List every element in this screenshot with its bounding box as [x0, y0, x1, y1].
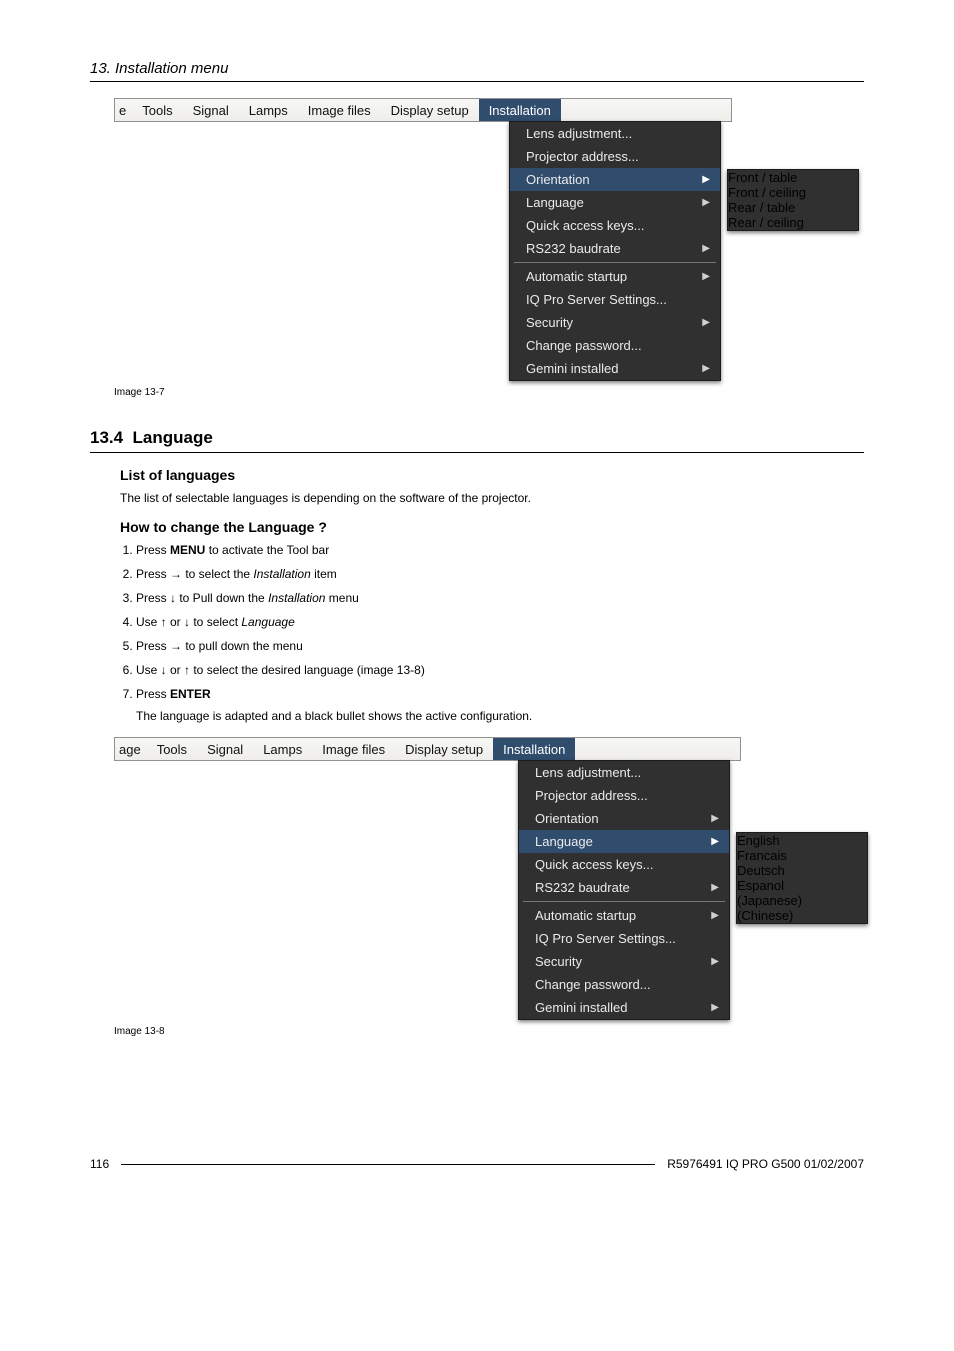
arrow-right-icon: ▶: [702, 271, 710, 282]
image-caption-1: Image 13-7: [114, 387, 864, 398]
ditem-lens[interactable]: Lens adjustment...: [510, 122, 720, 145]
installation-dropdown-2: Lens adjustment... Projector address... …: [518, 760, 730, 1020]
steps-list: Press MENU to activate the Tool bar Pres…: [120, 541, 864, 703]
ditem-language[interactable]: Language▶: [510, 191, 720, 214]
screenshot-1: e Tools Signal Lamps Image files Display…: [114, 98, 864, 398]
arrow-right-icon: ▶: [702, 174, 710, 185]
sub-francais[interactable]: Francais: [737, 848, 867, 863]
menubar-installation[interactable]: Installation: [479, 99, 561, 121]
arrow-right-icon: ▶: [702, 363, 710, 374]
ditem-iqpro[interactable]: IQ Pro Server Settings...: [519, 927, 729, 950]
ditem-iqpro[interactable]: IQ Pro Server Settings...: [510, 288, 720, 311]
list-languages-text: The list of selectable languages is depe…: [120, 489, 864, 507]
sub-english[interactable]: English: [737, 833, 867, 848]
step-6: Use ↓ or ↑ to select the desired languag…: [136, 661, 864, 679]
step-1: Press MENU to activate the Tool bar: [136, 541, 864, 559]
menu-separator: [523, 901, 725, 902]
ditem-gemini[interactable]: Gemini installed▶: [519, 996, 729, 1019]
arrow-right-icon: ▶: [711, 956, 719, 967]
sub-chinese[interactable]: (Chinese): [737, 908, 867, 923]
ditem-lens[interactable]: Lens adjustment...: [519, 761, 729, 784]
step-5: Press → to pull down the menu: [136, 637, 864, 655]
ditem-security[interactable]: Security▶: [510, 311, 720, 334]
menubar-displaysetup[interactable]: Display setup: [381, 99, 479, 121]
chapter-header: 13. Installation menu: [90, 60, 864, 77]
sub-rear-table[interactable]: Rear / table: [728, 200, 858, 215]
ditem-orientation[interactable]: Orientation▶: [510, 168, 720, 191]
result-text: The language is adapted and a black bull…: [136, 709, 864, 723]
arrow-right-icon: ▶: [702, 197, 710, 208]
ditem-orientation[interactable]: Orientation▶: [519, 807, 729, 830]
footer-rule: [121, 1164, 655, 1165]
header-rule: [90, 81, 864, 82]
page-footer: 116 R5976491 IQ PRO G500 01/02/2007: [90, 1157, 864, 1171]
menubar-installation[interactable]: Installation: [493, 738, 575, 760]
language-submenu: English Francais Deutsch Espanol (Japane…: [736, 832, 868, 924]
arrow-right-icon: ▶: [711, 882, 719, 893]
ditem-changepw[interactable]: Change password...: [519, 973, 729, 996]
menubar-partial[interactable]: e: [115, 99, 132, 121]
menubar-1: e Tools Signal Lamps Image files Display…: [114, 98, 732, 122]
menubar-lamps[interactable]: Lamps: [239, 99, 298, 121]
ditem-quickaccess[interactable]: Quick access keys...: [519, 853, 729, 876]
menubar-2: age Tools Signal Lamps Image files Displ…: [114, 737, 741, 761]
sub-japanese[interactable]: (Japanese): [737, 893, 867, 908]
image-caption-2: Image 13-8: [114, 1026, 864, 1037]
sub-rear-ceiling[interactable]: Rear / ceiling: [728, 215, 858, 230]
ditem-changepw[interactable]: Change password...: [510, 334, 720, 357]
ditem-autostart[interactable]: Automatic startup▶: [510, 265, 720, 288]
arrow-right-icon: ▶: [711, 813, 719, 824]
ditem-projaddr[interactable]: Projector address...: [510, 145, 720, 168]
sub-front-table[interactable]: Front / table: [728, 170, 858, 185]
sub-espanol[interactable]: Espanol: [737, 878, 867, 893]
menubar-signal[interactable]: Signal: [183, 99, 239, 121]
menubar-tools[interactable]: Tools: [132, 99, 182, 121]
subtitle-list: List of languages: [120, 467, 864, 483]
ditem-rs232[interactable]: RS232 baudrate▶: [510, 237, 720, 260]
arrow-right-icon: ▶: [711, 910, 719, 921]
step-4: Use ↑ or ↓ to select Language: [136, 613, 864, 631]
subtitle-howto: How to change the Language ?: [120, 519, 864, 535]
menubar-imagefiles[interactable]: Image files: [312, 738, 395, 760]
ditem-rs232[interactable]: RS232 baudrate▶: [519, 876, 729, 899]
sub-front-ceiling[interactable]: Front / ceiling: [728, 185, 858, 200]
menu-separator: [514, 262, 716, 263]
ditem-autostart[interactable]: Automatic startup▶: [519, 904, 729, 927]
section-rule: [90, 452, 864, 453]
arrow-right-icon: ▶: [711, 836, 719, 847]
menubar-tools[interactable]: Tools: [147, 738, 197, 760]
arrow-right-icon: ▶: [711, 1002, 719, 1013]
ditem-quickaccess[interactable]: Quick access keys...: [510, 214, 720, 237]
step-7: Press ENTER: [136, 685, 864, 703]
orientation-submenu: Front / table Front / ceiling Rear / tab…: [727, 169, 859, 231]
screenshot-2: age Tools Signal Lamps Image files Displ…: [114, 737, 864, 1037]
step-2: Press → to select the Installation item: [136, 565, 864, 583]
menubar-imagefiles[interactable]: Image files: [298, 99, 381, 121]
menubar-lamps[interactable]: Lamps: [253, 738, 312, 760]
page-number: 116: [90, 1157, 109, 1171]
installation-dropdown-1: Lens adjustment... Projector address... …: [509, 121, 721, 381]
sub-deutsch[interactable]: Deutsch: [737, 863, 867, 878]
menubar-signal[interactable]: Signal: [197, 738, 253, 760]
doc-id: R5976491 IQ PRO G500 01/02/2007: [667, 1157, 864, 1171]
menubar-partial[interactable]: age: [115, 738, 147, 760]
ditem-projaddr[interactable]: Projector address...: [519, 784, 729, 807]
arrow-right-icon: ▶: [702, 243, 710, 254]
section-title: 13.4 Language: [90, 428, 864, 448]
step-3: Press ↓ to Pull down the Installation me…: [136, 589, 864, 607]
arrow-right-icon: ▶: [702, 317, 710, 328]
ditem-gemini[interactable]: Gemini installed▶: [510, 357, 720, 380]
menubar-displaysetup[interactable]: Display setup: [395, 738, 493, 760]
ditem-language[interactable]: Language▶: [519, 830, 729, 853]
ditem-security[interactable]: Security▶: [519, 950, 729, 973]
